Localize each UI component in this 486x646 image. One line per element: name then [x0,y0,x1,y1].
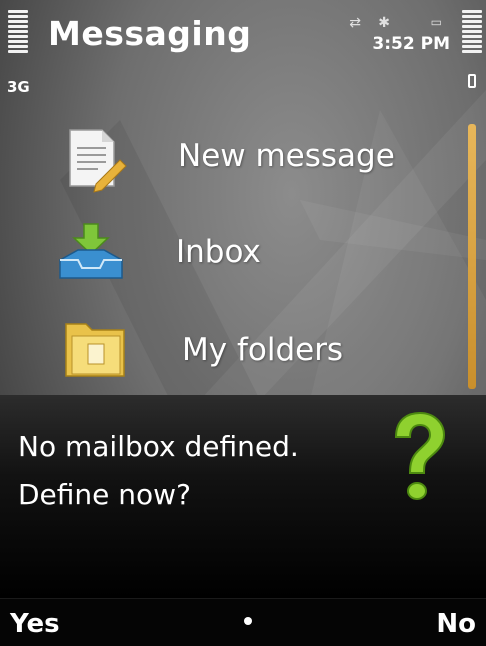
bluetooth-icon: ✱ [378,15,390,31]
confirmation-dialog: No mailbox defined. Define now? [0,395,486,598]
menu-item-new-message[interactable]: New message [0,118,460,198]
yes-softkey[interactable]: Yes [10,609,60,639]
battery-level-icon [462,10,482,58]
folder-icon [65,323,125,377]
no-softkey[interactable]: No [436,609,476,639]
clock: 3:52 PM [372,34,450,54]
center-key-dot[interactable] [244,617,252,625]
transfer-icon: ⇄ [349,15,361,31]
softkey-bar: Yes No [0,598,486,646]
inbox-icon [59,223,123,279]
dialog-message: No mailbox defined. Define now? [18,423,368,519]
question-icon [394,411,446,500]
status-bar: 3G Messaging ⇄ ✱ ▭ 3:52 PM [0,0,486,110]
menu-item-my-folders[interactable]: My folders [0,306,460,386]
memory-card-icon: ▭ [430,15,442,29]
menu-item-inbox[interactable]: Inbox [0,214,460,294]
phone-screen: 3G Messaging ⇄ ✱ ▭ 3:52 PM New message I… [0,0,486,646]
menu-item-label: Inbox [176,234,261,270]
network-type: 3G [7,78,30,96]
battery-icon [468,74,476,88]
dialog-line-1: No mailbox defined. [18,430,299,463]
dialog-line-2: Define now? [18,478,191,511]
messaging-menu: New message Inbox My folders [0,118,486,393]
page-title: Messaging [48,14,252,53]
signal-strength-icon [8,10,28,58]
menu-item-label: New message [178,138,395,174]
scrollbar[interactable] [468,124,476,389]
new-message-icon [69,129,127,193]
menu-item-label: My folders [182,332,344,368]
